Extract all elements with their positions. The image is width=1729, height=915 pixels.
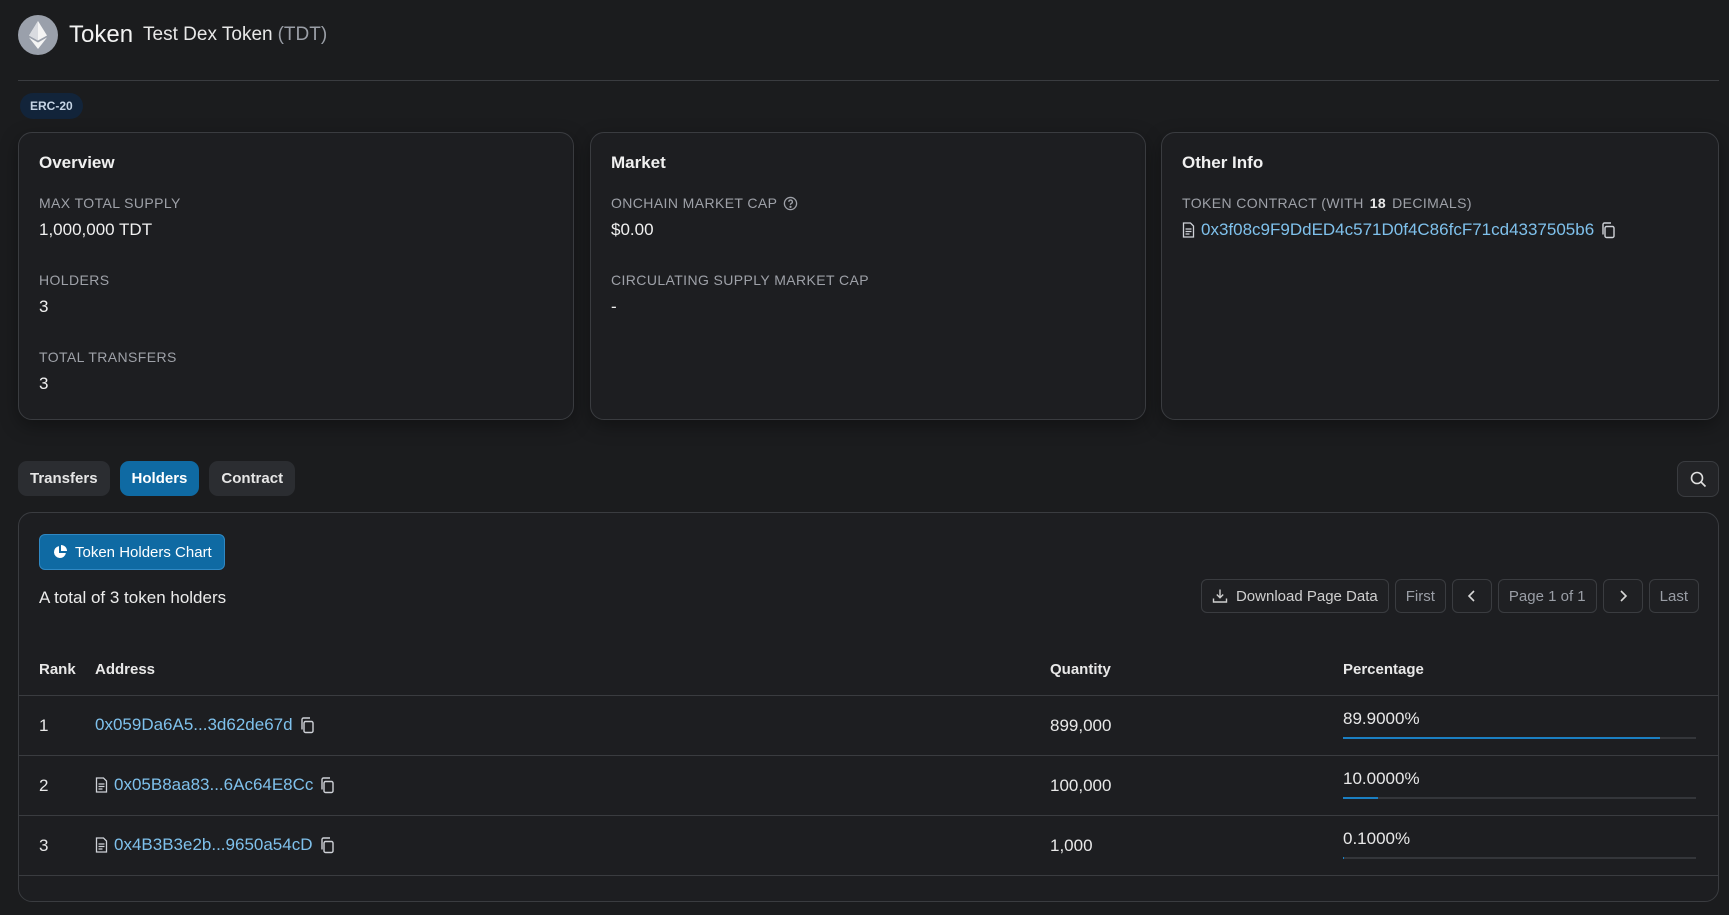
- tab-holders[interactable]: Holders: [119, 461, 200, 496]
- copy-icon[interactable]: [319, 836, 335, 854]
- total-holders-text: A total of 3 token holders: [39, 588, 227, 607]
- holders-label: HOLDERS: [39, 272, 110, 288]
- max-supply-label: MAX TOTAL SUPPLY: [39, 195, 181, 211]
- column-quantity: Quantity: [1050, 661, 1111, 678]
- row-address-cell: 0x4B3B3e2b...9650a54cD: [95, 835, 335, 855]
- table-header: Rank Address Quantity Percentage: [19, 638, 1718, 696]
- page-title: Token: [69, 21, 134, 48]
- token-holders-chart-button[interactable]: Token Holders Chart: [39, 534, 225, 570]
- row-quantity: 1,000: [1050, 836, 1093, 855]
- max-supply-value: 1,000,000 TDT: [39, 220, 153, 239]
- column-percentage: Percentage: [1343, 661, 1424, 678]
- next-page-button[interactable]: [1602, 579, 1643, 613]
- contract-decimals: 18: [1369, 195, 1387, 211]
- document-icon: [95, 777, 108, 793]
- row-rank: 3: [39, 836, 49, 855]
- row-quantity: 100,000: [1050, 776, 1112, 795]
- onchain-market-cap-label: ONCHAIN MARKET CAP: [611, 195, 1125, 211]
- market-card: Market ONCHAIN MARKET CAP $0.00 CIRCULAT…: [590, 132, 1146, 420]
- market-title: Market: [611, 153, 666, 172]
- row-percentage: 89.9000%: [1343, 709, 1420, 728]
- row-percentage-cell: 10.0000%: [1343, 769, 1696, 799]
- document-icon: [1182, 222, 1195, 238]
- token-contract-link[interactable]: 0x3f08c9F9DdED4c571D0f4C86fcF71cd4337505…: [1201, 220, 1594, 240]
- download-page-data-label: Download Page Data: [1235, 587, 1378, 605]
- download-icon: [1212, 588, 1228, 604]
- page-indicator: Page 1 of 1: [1497, 579, 1597, 613]
- first-page-button[interactable]: First: [1394, 579, 1446, 613]
- row-rank: 2: [39, 776, 49, 795]
- percentage-bar: [1343, 857, 1696, 859]
- row-rank: 1: [39, 716, 49, 735]
- tab-transfers[interactable]: Transfers: [18, 461, 110, 496]
- document-icon: [95, 837, 108, 853]
- download-page-data-button[interactable]: Download Page Data: [1200, 579, 1389, 613]
- copy-icon[interactable]: [1600, 221, 1616, 239]
- row-address-cell: 0x05B8aa83...6Ac64E8Cc: [95, 775, 335, 795]
- search-icon: [1690, 471, 1707, 488]
- percentage-bar-fill: [1343, 737, 1661, 739]
- table-row: 3 0x4B3B3e2b...9650a54cD 1,000 0.1000%: [19, 816, 1718, 876]
- chevron-left-icon: [1466, 589, 1478, 603]
- onchain-market-cap-value: $0.00: [611, 220, 654, 239]
- other-info-title: Other Info: [1182, 153, 1264, 172]
- token-name: Test Dex Token: [143, 24, 273, 45]
- row-percentage-cell: 89.9000%: [1343, 709, 1696, 739]
- holder-address-link[interactable]: 0x059Da6A5...3d62de67d: [95, 715, 293, 735]
- pie-chart-icon: [52, 544, 68, 560]
- table-row: 1 0x059Da6A5...3d62de67d 899,000 89.9000…: [19, 696, 1718, 756]
- contract-label-suffix: DECIMALS): [1392, 195, 1472, 211]
- page-header: Token Test Dex Token (TDT): [18, 15, 327, 55]
- pagination: Download Page Data First Page 1 of 1 Las…: [1200, 579, 1699, 613]
- other-info-card: Other Info TOKEN CONTRACT (WITH 18 DECIMAL…: [1161, 132, 1719, 420]
- token-standard-badge: ERC-20: [20, 93, 83, 119]
- tab-bar: Transfers Holders Contract: [18, 461, 296, 496]
- copy-icon[interactable]: [299, 716, 315, 734]
- contract-address-line: 0x3f08c9F9DdED4c571D0f4C86fcF71cd4337505…: [1182, 220, 1698, 240]
- search-button[interactable]: [1677, 461, 1719, 497]
- chevron-right-icon: [1617, 589, 1629, 603]
- table-row: 2 0x05B8aa83...6Ac64E8Cc 100,000 10.0000…: [19, 756, 1718, 816]
- circulating-market-cap-label: CIRCULATING SUPPLY MARKET CAP: [611, 272, 869, 288]
- tab-contract[interactable]: Contract: [209, 461, 296, 496]
- row-address-cell: 0x059Da6A5...3d62de67d: [95, 715, 315, 735]
- row-quantity: 899,000: [1050, 716, 1112, 735]
- holder-address-link[interactable]: 0x05B8aa83...6Ac64E8Cc: [114, 775, 313, 795]
- ethereum-logo-icon: [18, 15, 58, 55]
- total-transfers-label: TOTAL TRANSFERS: [39, 349, 177, 365]
- total-transfers-value: 3: [39, 374, 49, 393]
- copy-icon[interactable]: [319, 776, 335, 794]
- row-percentage: 0.1000%: [1343, 829, 1411, 848]
- token-contract-label: TOKEN CONTRACT (WITH 18 DECIMALS): [1182, 195, 1698, 211]
- onchain-market-cap-label-text: ONCHAIN MARKET CAP: [611, 195, 778, 211]
- last-page-button[interactable]: Last: [1648, 579, 1699, 613]
- contract-label-prefix: TOKEN CONTRACT (WITH: [1182, 195, 1364, 211]
- overview-title: Overview: [39, 153, 115, 172]
- percentage-bar-fill: [1343, 797, 1379, 799]
- column-address: Address: [95, 661, 156, 678]
- token-symbol: (TDT): [277, 24, 328, 45]
- circulating-market-cap-value: -: [611, 297, 617, 316]
- holders-panel: Token Holders Chart A total of 3 token h…: [18, 512, 1719, 902]
- holders-value: 3: [39, 297, 49, 316]
- holder-address-link[interactable]: 0x4B3B3e2b...9650a54cD: [114, 835, 313, 855]
- help-circle-icon[interactable]: [783, 196, 798, 211]
- token-holders-chart-label: Token Holders Chart: [75, 543, 212, 561]
- previous-page-button[interactable]: [1451, 579, 1492, 613]
- header-divider: [18, 80, 1719, 81]
- overview-card: Overview MAX TOTAL SUPPLY 1,000,000 TDT …: [18, 132, 574, 420]
- row-percentage-cell: 0.1000%: [1343, 829, 1696, 859]
- percentage-bar: [1343, 737, 1696, 739]
- row-percentage: 10.0000%: [1343, 769, 1420, 788]
- percentage-bar: [1343, 797, 1696, 799]
- column-rank: Rank: [39, 661, 76, 678]
